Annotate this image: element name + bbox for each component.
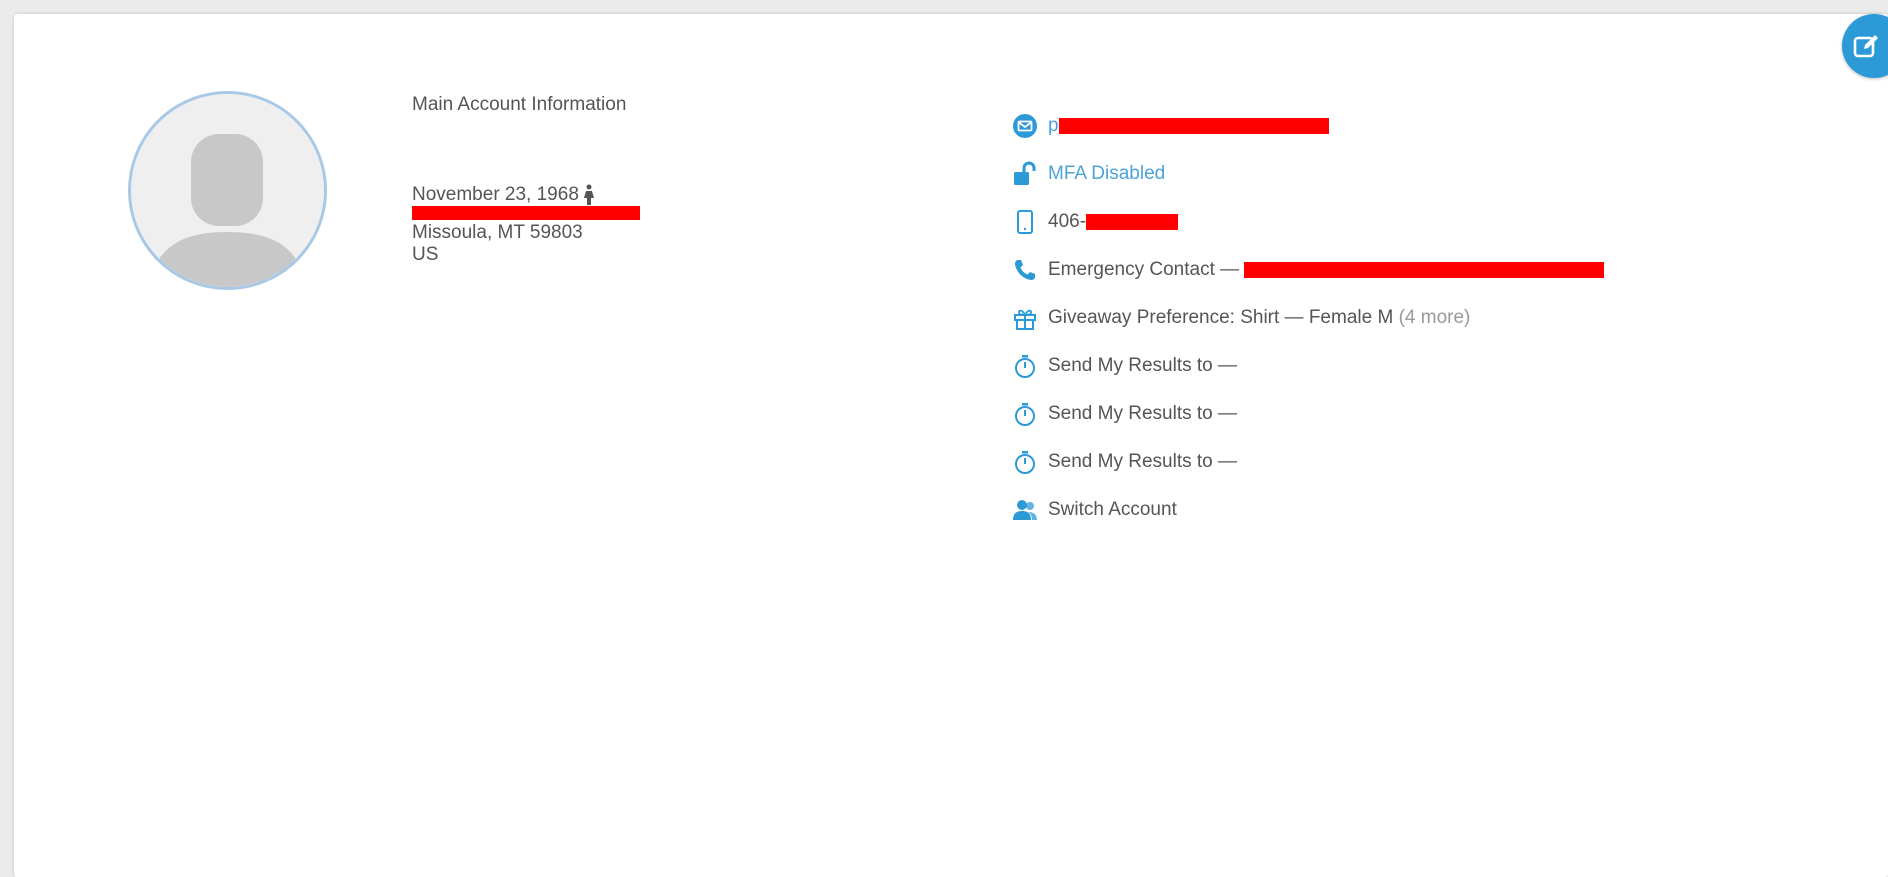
switch-account-link[interactable]: Switch Account [1048, 499, 1177, 521]
email-icon [1011, 112, 1039, 140]
send-results-row-1: Send My Results to — [1011, 342, 1604, 390]
giveaway-label: Giveaway Preference: Shirt — Female M [1048, 307, 1394, 328]
stopwatch-icon [1011, 352, 1039, 380]
date-of-birth: November 23, 1968 [412, 184, 640, 206]
send-results-text: Send My Results to — [1048, 403, 1238, 424]
phone-icon [1011, 256, 1039, 284]
stopwatch-icon [1011, 448, 1039, 476]
unlock-icon [1011, 160, 1039, 188]
edit-icon [1853, 35, 1878, 58]
stopwatch-icon [1011, 400, 1039, 428]
account-card: Main Account Information November 23, 19… [14, 14, 1888, 877]
default-user-avatar-icon [131, 94, 324, 287]
phone-row: 406- [1011, 198, 1604, 246]
section-title: Main Account Information [412, 94, 627, 115]
emergency-contact-text: Emergency Contact — [1048, 259, 1605, 281]
country: US [412, 244, 439, 265]
email-redacted [1058, 117, 1329, 134]
email-link[interactable]: p [1048, 115, 1329, 137]
emergency-contact-row: Emergency Contact — [1011, 246, 1605, 294]
mfa-row[interactable]: MFA Disabled [1011, 150, 1604, 198]
users-icon [1011, 496, 1039, 524]
phone-number: 406- [1048, 211, 1179, 233]
avatar [128, 91, 327, 290]
phone-redacted [1086, 213, 1179, 230]
email-text: p [1048, 115, 1059, 136]
street-address-redacted [412, 206, 640, 220]
mobile-phone-icon [1011, 208, 1039, 236]
female-icon [583, 184, 594, 205]
phone-text: 406- [1048, 211, 1087, 232]
switch-account-row[interactable]: Switch Account [1011, 486, 1604, 534]
dob-text: November 23, 1968 [412, 184, 579, 205]
email-row[interactable]: p [1011, 102, 1604, 150]
edit-button[interactable] [1842, 14, 1888, 78]
gift-icon [1011, 304, 1039, 332]
mfa-status-link[interactable]: MFA Disabled [1048, 163, 1165, 185]
city-state-zip: Missoula, MT 59803 [412, 222, 583, 243]
contact-details: p MFA Disabled 406- Emergency Contact — [1011, 102, 1605, 534]
main-account-info: Main Account Information November 23, 19… [412, 94, 640, 266]
emergency-contact-redacted [1244, 261, 1605, 278]
giveaway-row[interactable]: Giveaway Preference: Shirt — Female M (4… [1011, 294, 1604, 342]
send-results-text: Send My Results to — [1048, 451, 1238, 472]
emergency-contact-label: Emergency Contact — [1048, 259, 1240, 280]
giveaway-preference[interactable]: Giveaway Preference: Shirt — Female M (4… [1048, 307, 1470, 329]
send-results-row-3: Send My Results to — [1011, 438, 1604, 486]
giveaway-more-link[interactable]: (4 more) [1399, 307, 1471, 328]
send-results-text: Send My Results to — [1048, 355, 1238, 376]
send-results-row-2: Send My Results to — [1011, 390, 1604, 438]
